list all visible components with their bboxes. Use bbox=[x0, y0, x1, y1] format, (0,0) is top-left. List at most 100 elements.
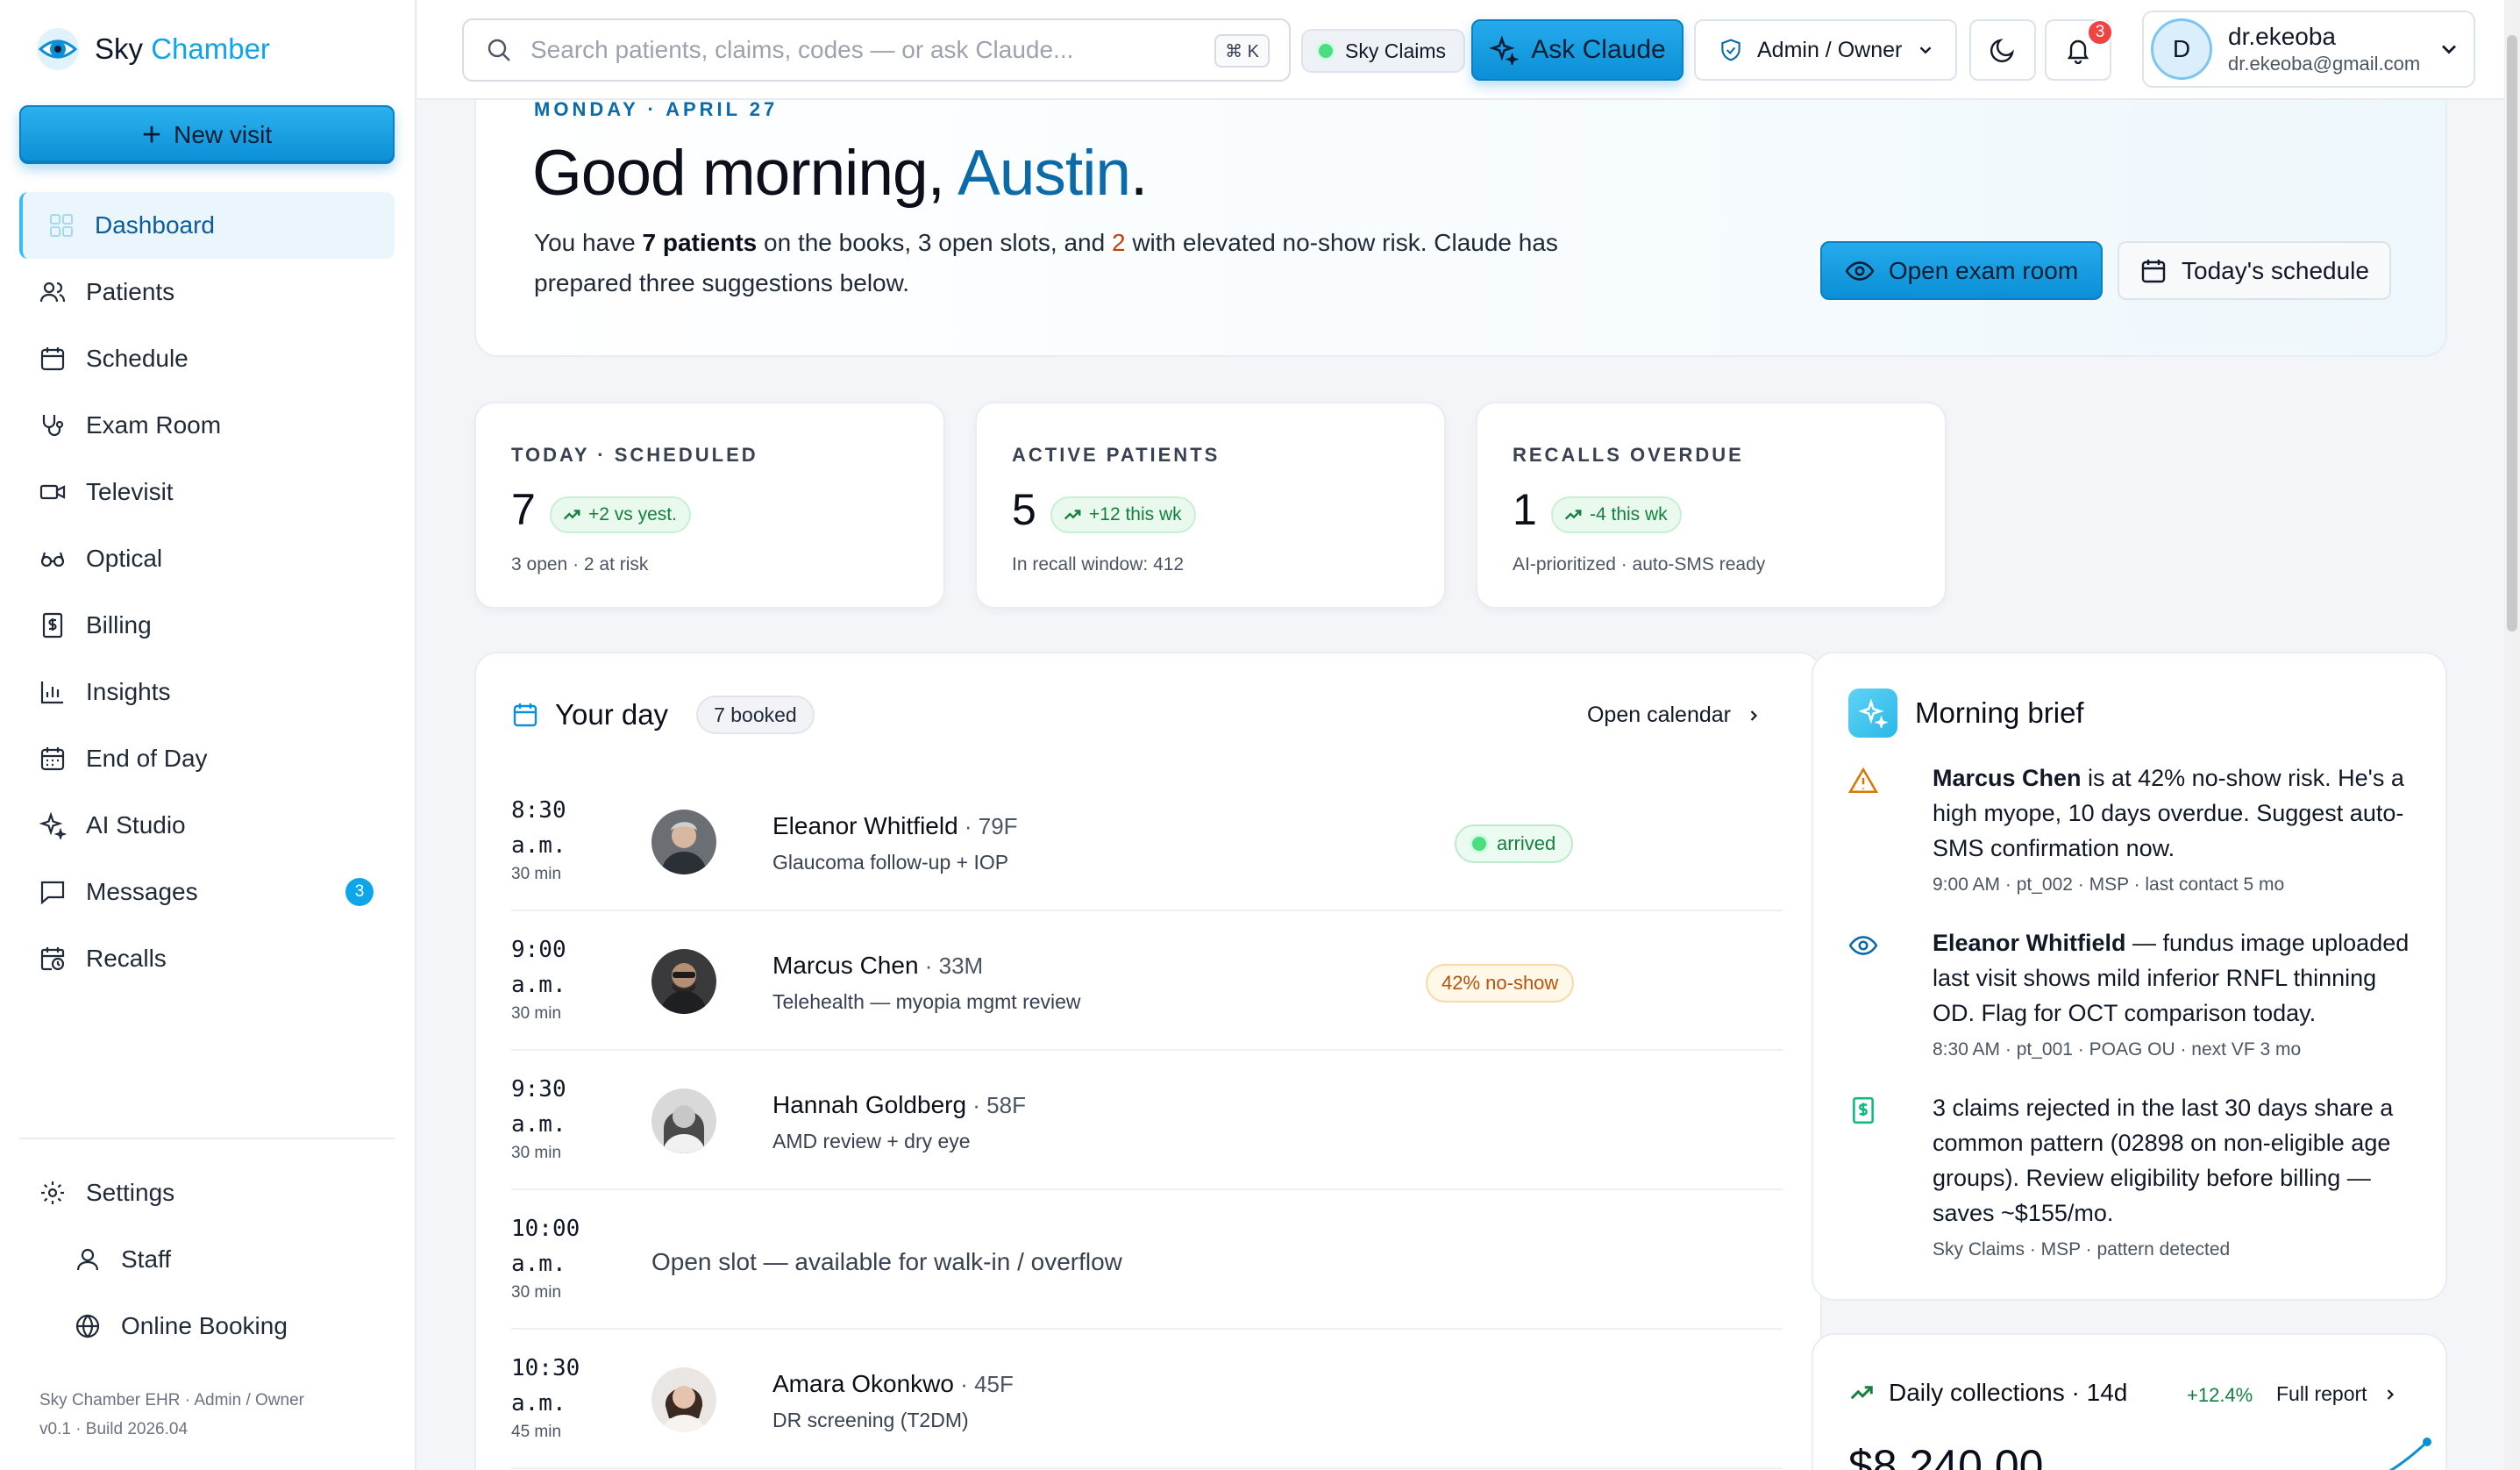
open-calendar-link[interactable]: Open calendar bbox=[1587, 703, 1762, 728]
role-selector[interactable]: Admin / Owner bbox=[1694, 19, 1957, 81]
notifications-button[interactable]: 3 bbox=[2045, 19, 2113, 81]
patient-avatar bbox=[651, 1088, 716, 1153]
ask-claude-button[interactable]: Ask Claude bbox=[1471, 19, 1684, 81]
sidebar-item-label: End of Day bbox=[86, 745, 208, 772]
sidebar-item-insights[interactable]: Insights bbox=[19, 659, 395, 725]
appointment-time: 8:30 a.m. bbox=[511, 797, 566, 859]
user-icon bbox=[76, 1248, 99, 1271]
collections-sparkline bbox=[2388, 1438, 2431, 1470]
sidebar-item-televisit[interactable]: Televisit bbox=[19, 459, 395, 525]
sidebar-item-label: Dashboard bbox=[95, 211, 215, 239]
search-input[interactable] bbox=[530, 36, 1197, 64]
chevron-down-icon bbox=[1920, 46, 1932, 54]
patient-name: Eleanor Whitfield · 79F bbox=[772, 812, 1018, 839]
todays-schedule-button[interactable]: Today's schedule bbox=[2118, 241, 2391, 300]
sidebar-item-billing[interactable]: Billing bbox=[19, 592, 395, 659]
user-email: dr.ekeoba@gmail.com bbox=[2228, 53, 2421, 75]
open-slot-label: Open slot — available for walk-in / over… bbox=[651, 1248, 1122, 1275]
theme-toggle-button[interactable] bbox=[1969, 19, 2036, 81]
patient-name: Amara Okonkwo · 45F bbox=[772, 1370, 1014, 1397]
dollar-receipt-icon bbox=[1853, 1096, 1874, 1124]
plus-icon: + bbox=[141, 116, 162, 153]
avatar: D bbox=[2151, 18, 2212, 80]
stat-value: 1 bbox=[1513, 485, 1537, 534]
new-visit-button[interactable]: + New visit bbox=[19, 105, 395, 164]
globe-icon bbox=[75, 1314, 100, 1338]
global-search[interactable]: ⌘ K bbox=[462, 18, 1291, 82]
appointment-row[interactable]: 9:00 a.m. 30 min Marcus Chen · 33M Telehe… bbox=[511, 911, 1783, 1051]
user-name: dr.ekeoba bbox=[2228, 23, 2336, 50]
sidebar-divider bbox=[19, 1138, 395, 1139]
video-icon bbox=[39, 484, 66, 500]
appointment-reason: AMD review + dry eye bbox=[772, 1130, 971, 1152]
full-report-link[interactable]: Full report bbox=[2276, 1382, 2399, 1406]
stat-label: TODAY · SCHEDULED bbox=[511, 444, 758, 466]
brief-meta: 9:00 AM · pt_002 · MSP · last contact 5 … bbox=[1933, 874, 2285, 895]
scrollbar-thumb[interactable] bbox=[2507, 35, 2517, 632]
sidebar-item-messages[interactable]: Messages 3 bbox=[19, 859, 395, 925]
sidebar-item-label: Recalls bbox=[86, 945, 167, 972]
eye-icon bbox=[1848, 936, 1878, 955]
morning-brief-title: Morning brief bbox=[1915, 696, 2084, 729]
page-scrollbar[interactable] bbox=[2504, 0, 2520, 1470]
sidebar-item-dashboard[interactable]: Dashboard bbox=[19, 192, 395, 259]
sidebar-item-exam-room[interactable]: Exam Room bbox=[19, 392, 395, 459]
shield-icon bbox=[1721, 39, 1741, 61]
stat-delta-badge: -4 this wk bbox=[1551, 496, 1682, 533]
calendar-icon bbox=[513, 703, 537, 727]
sidebar-item-schedule[interactable]: Schedule bbox=[19, 325, 395, 392]
stat-card-recalls-overdue[interactable]: RECALLS OVERDUE 1 -4 this wk AI-prioriti… bbox=[1476, 402, 1947, 609]
sidebar-item-settings[interactable]: Settings bbox=[19, 1160, 395, 1226]
sidebar: Sky Chamber + New visit Dashboard Patien… bbox=[0, 0, 416, 1470]
open-slot-row[interactable]: 10:00 a.m. 30 min Open slot — available f… bbox=[511, 1190, 1783, 1330]
footer-version: v0.1 · Build 2026.04 bbox=[39, 1420, 189, 1438]
appointment-duration: 45 min bbox=[511, 1423, 562, 1441]
dashboard-grid-icon bbox=[50, 214, 73, 237]
sidebar-item-recalls[interactable]: Recalls bbox=[19, 925, 395, 992]
notification-count-badge: 3 bbox=[2087, 19, 2113, 46]
sidebar-item-label: Televisit bbox=[86, 478, 174, 505]
appointment-time: 9:30 a.m. bbox=[511, 1076, 566, 1138]
calendar-icon bbox=[40, 347, 65, 371]
chevron-right-icon bbox=[2387, 1388, 2394, 1400]
stat-value: 7 bbox=[511, 485, 536, 534]
messages-count-badge: 3 bbox=[345, 878, 374, 906]
sidebar-item-optical[interactable]: Optical bbox=[19, 525, 395, 592]
open-exam-room-button[interactable]: Open exam room bbox=[1820, 241, 2103, 300]
sidebar-item-patients[interactable]: Patients bbox=[19, 259, 395, 325]
calendar-icon bbox=[2141, 259, 2166, 282]
sidebar-item-end-of-day[interactable]: End of Day bbox=[19, 725, 395, 792]
brief-item[interactable]: 3 claims rejected in the last 30 days sh… bbox=[1848, 1090, 2418, 1260]
sidebar-item-ai-studio[interactable]: AI Studio bbox=[19, 792, 395, 859]
stethoscope-icon bbox=[42, 415, 64, 437]
sidebar-item-label: Settings bbox=[86, 1179, 175, 1206]
user-info: dr.ekeoba dr.ekeoba@gmail.com bbox=[2228, 23, 2420, 75]
stat-card-active-patients[interactable]: ACTIVE PATIENTS 5 +12 this wk In recall … bbox=[975, 402, 1446, 609]
user-menu[interactable]: D dr.ekeoba dr.ekeoba@gmail.com bbox=[2142, 11, 2475, 88]
daily-collections-card: Daily collections · 14d +12.4% Full repo… bbox=[1812, 1333, 2447, 1470]
sidebar-item-label: Billing bbox=[86, 611, 152, 639]
appointment-row[interactable]: 9:30 a.m. 30 min Hannah Goldberg · 58F AM… bbox=[511, 1051, 1783, 1190]
eye-logo-icon bbox=[37, 28, 79, 70]
appointment-row[interactable]: 10:30 a.m. 45 min Amara Okonkwo · 45F DR … bbox=[511, 1330, 1783, 1469]
greeting-title: Good morning, Austin. bbox=[532, 138, 1148, 209]
search-icon bbox=[488, 39, 510, 61]
greeting-summary: You have 7 patients on the books, 3 open… bbox=[534, 229, 1558, 296]
sidebar-item-label: AI Studio bbox=[86, 811, 186, 838]
sky-claims-label: Sky Claims bbox=[1345, 39, 1447, 62]
collections-header: Daily collections · 14d bbox=[1848, 1379, 2127, 1407]
sky-claims-status[interactable]: Sky Claims bbox=[1301, 29, 1466, 73]
warning-triangle-icon bbox=[1848, 767, 1878, 794]
bell-icon bbox=[2067, 39, 2089, 64]
sparkle-icon bbox=[39, 811, 67, 839]
brief-item[interactable]: Marcus Chen is at 42% no-show risk. He's… bbox=[1848, 760, 2418, 896]
stat-card-scheduled[interactable]: TODAY · SCHEDULED 7 +2 vs yest. 3 open ·… bbox=[474, 402, 945, 609]
brand[interactable]: Sky Chamber bbox=[35, 26, 270, 72]
gear-icon bbox=[41, 1181, 64, 1204]
sidebar-item-online-booking[interactable]: Online Booking bbox=[19, 1293, 395, 1359]
stat-delta-badge: +12 this wk bbox=[1050, 496, 1196, 533]
sidebar-item-staff[interactable]: Staff bbox=[19, 1226, 395, 1293]
appointment-row[interactable]: 8:30 a.m. 30 min Eleanor Whitfield · 79F … bbox=[511, 772, 1783, 911]
trend-up-icon bbox=[1850, 1386, 1873, 1400]
brief-item[interactable]: Eleanor Whitfield — fundus image uploade… bbox=[1848, 925, 2418, 1060]
